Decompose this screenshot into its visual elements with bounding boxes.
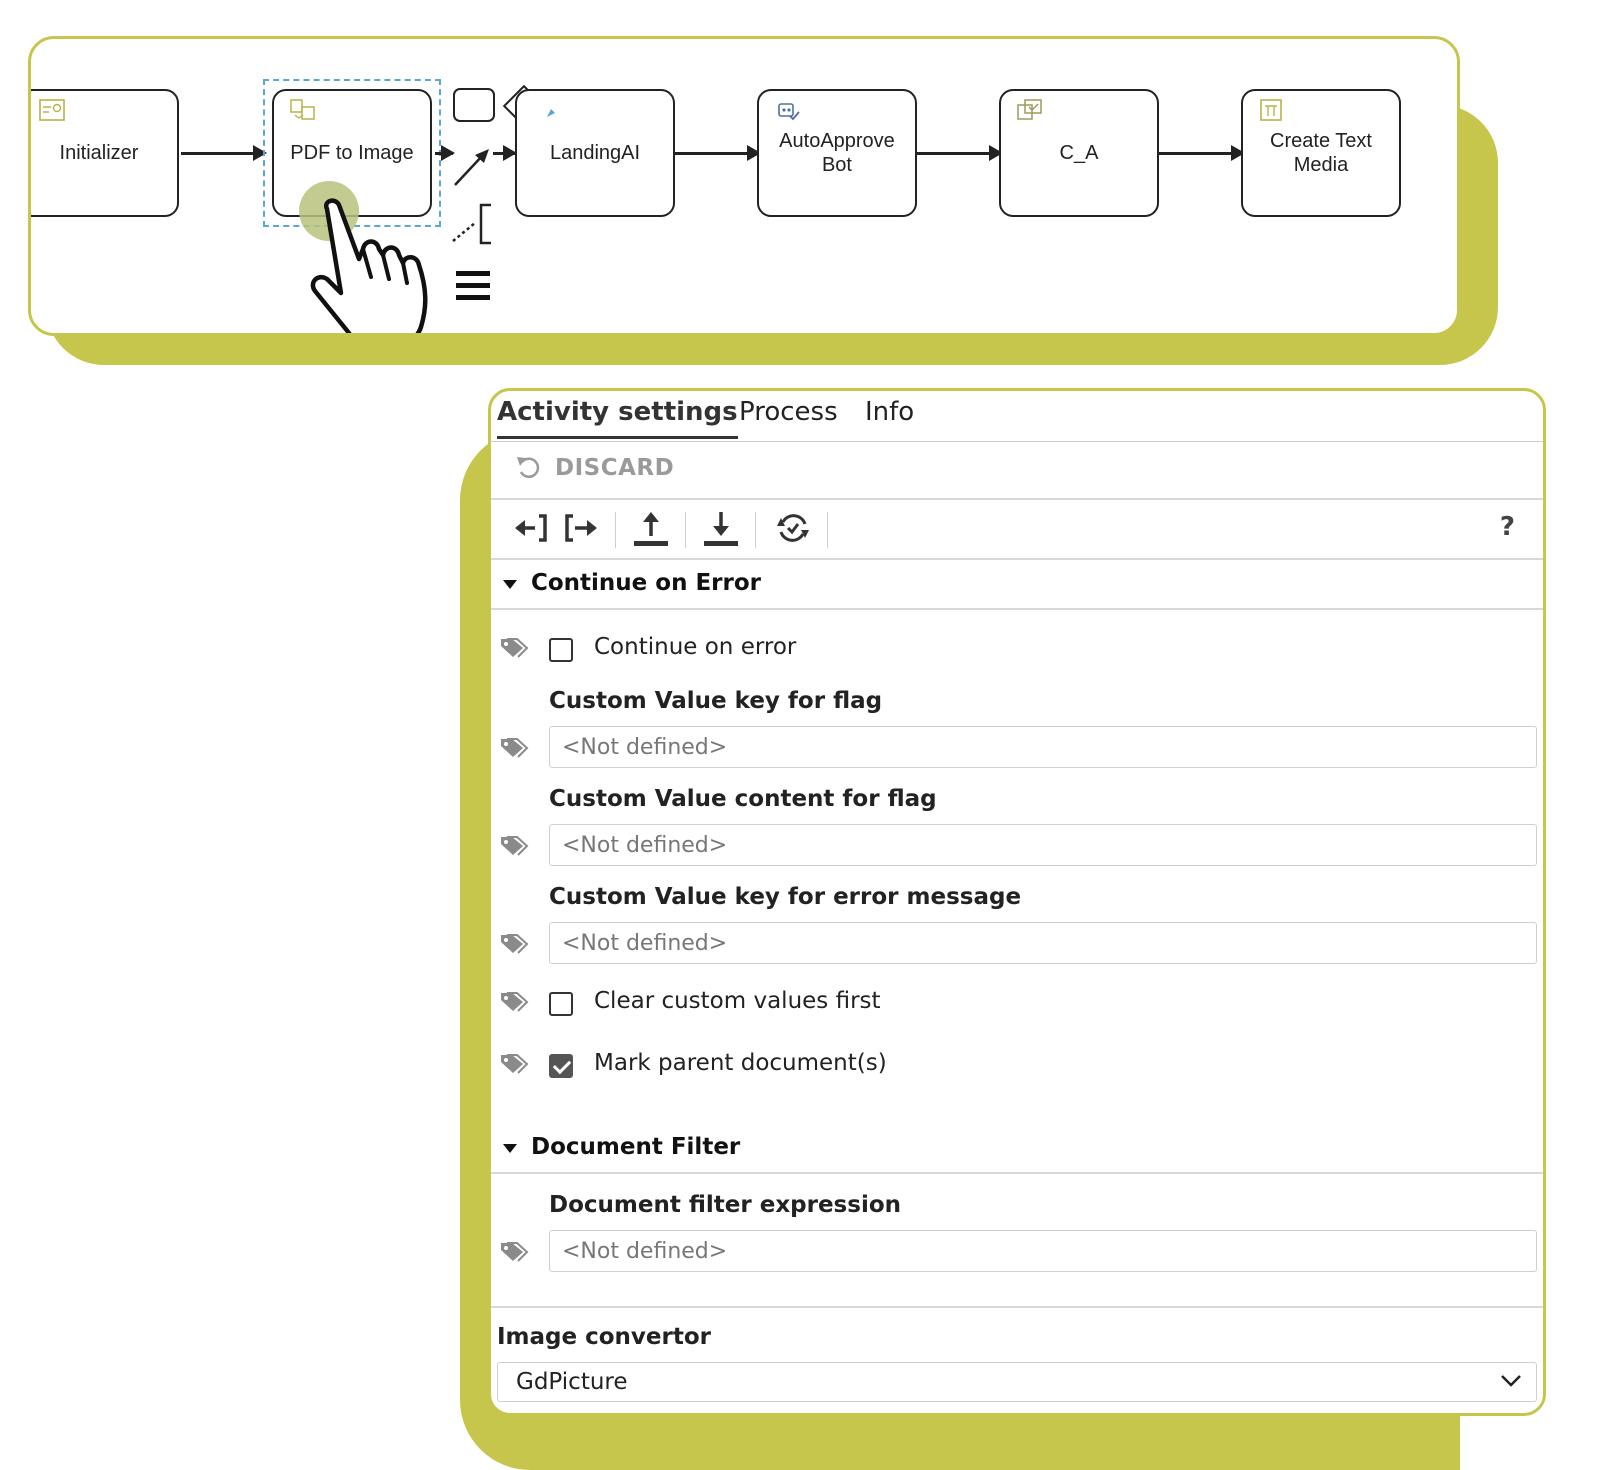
image-convertor-select[interactable]: GdPicture	[497, 1362, 1537, 1402]
text-media-icon	[1260, 99, 1282, 121]
append-task-shape[interactable]	[453, 88, 495, 122]
document-filter-expression-label: Document filter expression	[549, 1192, 901, 1218]
collapse-triangle-icon	[503, 1144, 517, 1153]
help-button[interactable]: ?	[1500, 512, 1515, 542]
import-in-icon[interactable]	[513, 510, 549, 546]
document-filter-expression-input[interactable]	[549, 1230, 1537, 1272]
pdf-convert-icon	[290, 99, 315, 120]
section-body-document-filter: Document filter expression	[491, 1174, 1543, 1308]
node-label: LandingAI	[549, 142, 641, 164]
workflow-node-autoapprove-bot[interactable]: AutoApprove Bot	[757, 89, 917, 217]
section-header-continue-on-error[interactable]: Continue on Error	[491, 560, 1543, 610]
toolbar-separator	[755, 512, 756, 548]
mark-parent-documents-label: Mark parent document(s)	[594, 1050, 887, 1076]
custom-value-key-error-label: Custom Value key for error message	[549, 884, 1022, 910]
workflow-node-create-text-media[interactable]: Create Text Media	[1241, 89, 1401, 217]
custom-value-key-flag-input[interactable]	[549, 726, 1537, 768]
hand-pointer-icon	[299, 181, 428, 333]
section-title: Continue on Error	[531, 570, 762, 596]
section-title: Document Filter	[531, 1134, 741, 1160]
tag-icon	[501, 1242, 529, 1262]
custom-value-content-flag-label: Custom Value content for flag	[549, 786, 937, 812]
custom-value-content-flag-input[interactable]	[549, 824, 1537, 866]
sequence-flow-arrow[interactable]	[675, 145, 761, 161]
clear-custom-values-checkbox[interactable]	[549, 992, 573, 1016]
image-convertor-group: Image convertor GdPicture	[491, 1308, 1543, 1413]
workflow-canvas[interactable]: Initializer PDF to Image LandingAI AutoA…	[28, 36, 1460, 336]
image-convertor-label: Image convertor	[497, 1324, 711, 1350]
properties-panel: Activity settings Process Info DISCARD ?…	[488, 388, 1546, 1416]
script-icon	[547, 109, 555, 117]
tab-process[interactable]: Process	[739, 397, 838, 427]
sequence-flow-arrow[interactable]	[181, 145, 267, 161]
initializer-icon	[39, 99, 65, 121]
tag-icon	[501, 934, 529, 954]
section-header-document-filter[interactable]: Document Filter	[491, 1124, 1543, 1174]
discard-label: DISCARD	[555, 455, 675, 481]
custom-value-key-flag-label: Custom Value key for flag	[549, 688, 883, 714]
custom-value-key-error-input[interactable]	[549, 922, 1537, 964]
node-label: Initializer	[59, 142, 139, 164]
toolbar-separator	[615, 512, 616, 548]
workflow-node-landingai[interactable]: LandingAI	[515, 89, 675, 217]
toolbar-separator	[685, 512, 686, 548]
node-label: C_A	[1059, 142, 1099, 164]
collapse-triangle-icon	[503, 580, 517, 589]
tag-icon	[501, 738, 529, 758]
export-out-icon[interactable]	[563, 510, 599, 546]
node-label: Create Text Media	[1270, 130, 1372, 176]
sequence-flow-arrow[interactable]	[493, 145, 517, 161]
clear-custom-values-label: Clear custom values first	[594, 988, 881, 1014]
section-body-continue-on-error: Continue on error Custom Value key for f…	[491, 610, 1543, 1124]
undo-icon	[517, 457, 540, 478]
download-icon[interactable]	[703, 510, 739, 548]
tag-icon	[501, 992, 529, 1012]
tag-icon	[501, 638, 529, 658]
refresh-sync-icon[interactable]	[775, 510, 811, 546]
mark-parent-documents-row: Mark parent document(s)	[491, 1048, 1543, 1088]
image-convertor-value: GdPicture	[516, 1369, 628, 1395]
tab-activity-settings[interactable]: Activity settings	[497, 397, 738, 439]
sequence-flow-stub	[435, 145, 455, 161]
clear-custom-values-row: Clear custom values first	[491, 986, 1543, 1026]
mark-parent-documents-checkbox[interactable]	[549, 1054, 573, 1078]
classify-icon	[1017, 99, 1042, 120]
tag-icon	[501, 1054, 529, 1074]
panel-toolbar: ?	[491, 500, 1543, 560]
continue-on-error-label: Continue on error	[594, 634, 797, 660]
discard-bar: DISCARD	[491, 442, 1543, 500]
upload-icon[interactable]	[633, 510, 669, 548]
chevron-down-icon	[1501, 1375, 1521, 1387]
robot-icon	[778, 103, 800, 121]
node-label: PDF to Image	[290, 142, 414, 164]
workflow-node-initializer[interactable]: Initializer	[31, 89, 179, 217]
sequence-flow-arrow[interactable]	[1159, 145, 1245, 161]
continue-on-error-row: Continue on error	[491, 632, 1543, 672]
continue-on-error-checkbox[interactable]	[549, 638, 573, 662]
discard-button[interactable]: DISCARD	[515, 454, 674, 482]
tab-info[interactable]: Info	[865, 397, 914, 427]
tag-icon	[501, 836, 529, 856]
node-label: AutoApprove Bot	[779, 130, 895, 176]
toolbar-separator	[827, 512, 828, 548]
workflow-node-c-a[interactable]: C_A	[999, 89, 1159, 217]
sequence-flow-arrow[interactable]	[917, 145, 1003, 161]
panel-tabs: Activity settings Process Info	[491, 391, 1543, 442]
